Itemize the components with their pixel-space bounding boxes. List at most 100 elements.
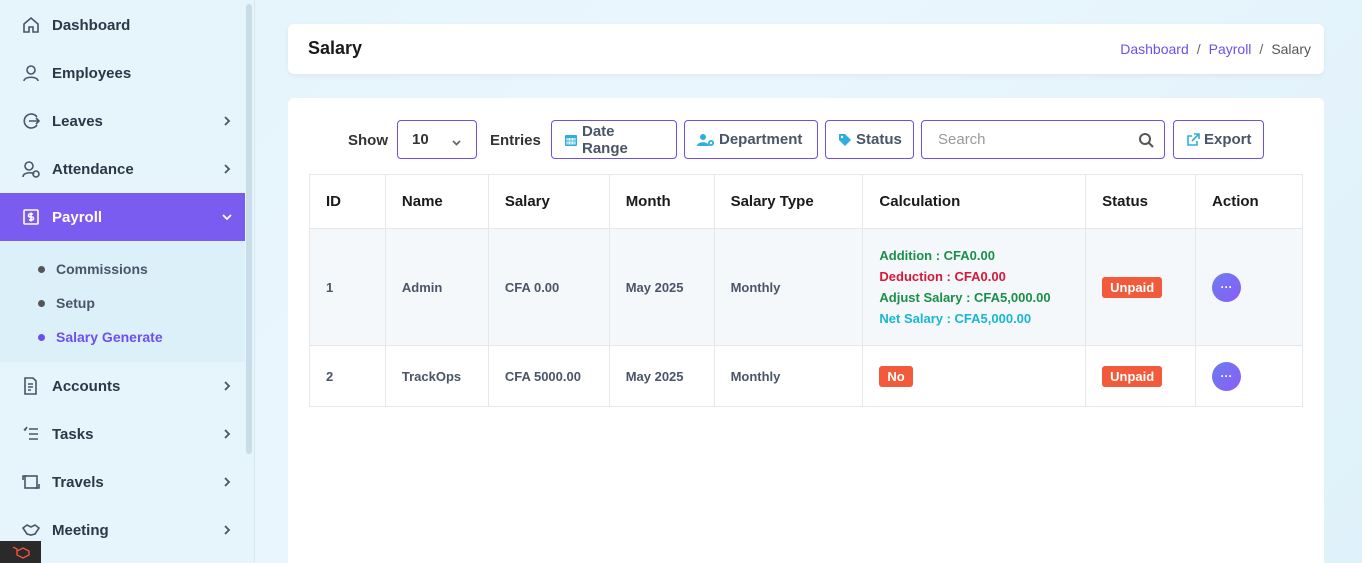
show-label: Show xyxy=(348,132,388,149)
sidebar: Dashboard Employees Leaves Attendance Pa… xyxy=(0,0,255,563)
chevron-right-icon xyxy=(221,162,233,174)
search-input[interactable] xyxy=(922,121,1122,158)
leave-icon xyxy=(20,110,42,132)
home-icon xyxy=(20,14,42,36)
page-title: Salary xyxy=(308,38,363,58)
cell-salary: CFA 0.00 xyxy=(487,228,610,346)
col-name[interactable]: Name xyxy=(384,174,489,229)
cell-status: Unpaid xyxy=(1085,228,1197,346)
col-id[interactable]: ID xyxy=(309,174,386,229)
col-salary-type[interactable]: Salary Type xyxy=(713,174,864,229)
breadcrumb: Dashboard / Payroll / Salary xyxy=(1120,41,1311,57)
cell-status: Unpaid xyxy=(1085,345,1197,407)
cell-type: Monthly xyxy=(713,228,864,346)
payroll-submenu: Commissions Setup Salary Generate xyxy=(0,241,245,362)
cell-type: Monthly xyxy=(713,345,864,407)
col-month[interactable]: Month xyxy=(608,174,715,229)
col-calculation[interactable]: Calculation xyxy=(862,174,1087,229)
cell-id: 1 xyxy=(309,228,386,346)
sidebar-scrollbar[interactable] xyxy=(246,4,252,454)
chevron-right-icon xyxy=(221,523,233,535)
breadcrumb-dashboard[interactable]: Dashboard xyxy=(1120,41,1189,57)
accounts-icon xyxy=(20,375,42,397)
chevron-right-icon xyxy=(221,427,233,439)
page-header: Salary Dashboard / Payroll / Salary xyxy=(288,24,1324,74)
status-badge: Unpaid xyxy=(1102,365,1163,387)
col-action: Action xyxy=(1195,174,1303,229)
sidebar-item-label: Payroll xyxy=(52,208,103,226)
sidebar-item-label: Employees xyxy=(52,64,132,82)
calc-deduction: Deduction : CFA0.00 xyxy=(879,269,1006,284)
sidebar-item-dashboard[interactable]: Dashboard xyxy=(0,1,245,49)
col-salary[interactable]: Salary xyxy=(487,174,610,229)
sidebar-item-label: Dashboard xyxy=(52,16,131,34)
sidebar-item-payroll[interactable]: Payroll xyxy=(0,193,245,241)
user-icon xyxy=(20,62,42,84)
export-button[interactable]: Export xyxy=(1173,120,1264,159)
cell-action: ··· xyxy=(1195,228,1303,346)
cell-action: ··· xyxy=(1195,345,1303,407)
salary-table: ID Name Salary Month Salary Type Calcula… xyxy=(309,174,1303,407)
sidebar-item-label: Leaves xyxy=(52,112,103,130)
entries-select[interactable]: 10 xyxy=(397,120,477,159)
cell-calculation: No xyxy=(862,345,1087,407)
cell-name: TrackOps xyxy=(384,345,489,407)
more-actions-button[interactable]: ··· xyxy=(1212,272,1242,302)
sidebar-item-tasks[interactable]: Tasks xyxy=(0,410,245,458)
search-field[interactable] xyxy=(921,120,1165,159)
salary-card: Show 10 Entries Date Range Department St… xyxy=(288,98,1324,563)
status-filter-button[interactable]: Status xyxy=(825,120,914,159)
sidebar-item-attendance[interactable]: Attendance xyxy=(0,145,245,193)
more-actions-button[interactable]: ··· xyxy=(1212,361,1242,391)
entries-label: Entries xyxy=(490,132,541,149)
table-row: 1 Admin CFA 0.00 May 2025 Monthly Additi… xyxy=(309,228,1303,346)
chevron-down-icon xyxy=(451,135,462,146)
calc-addition: Addition : CFA0.00 xyxy=(879,248,995,263)
date-range-button[interactable]: Date Range xyxy=(551,120,677,159)
sidebar-item-label: Meeting xyxy=(52,521,109,539)
cell-month: May 2025 xyxy=(608,228,715,346)
chevron-right-icon xyxy=(221,475,233,487)
sidebar-item-label: Tasks xyxy=(52,425,94,443)
breadcrumb-payroll[interactable]: Payroll xyxy=(1209,41,1252,57)
payroll-icon xyxy=(20,206,42,228)
table-toolbar: Show 10 Entries Date Range Department St… xyxy=(288,120,1324,160)
search-icon[interactable] xyxy=(1138,132,1154,148)
chevron-right-icon xyxy=(221,379,233,391)
sidebar-item-leaves[interactable]: Leaves xyxy=(0,97,245,145)
ellipsis-icon: ··· xyxy=(1220,369,1233,383)
table-row: 2 TrackOps CFA 5000.00 May 2025 Monthly … xyxy=(309,345,1303,407)
users-cog-icon xyxy=(697,133,715,147)
sidebar-item-accounts[interactable]: Accounts xyxy=(0,362,245,410)
sidebar-subitem-salary-generate[interactable]: Salary Generate xyxy=(38,327,163,347)
chevron-down-icon xyxy=(221,210,233,222)
sidebar-subitem-setup[interactable]: Setup xyxy=(38,293,95,313)
chevron-right-icon xyxy=(221,114,233,126)
calendar-icon xyxy=(564,133,578,147)
cell-salary: CFA 5000.00 xyxy=(487,345,610,407)
tasks-icon xyxy=(20,423,42,445)
sidebar-item-employees[interactable]: Employees xyxy=(0,49,245,97)
travels-icon xyxy=(20,471,42,493)
tag-icon xyxy=(838,133,852,147)
sidebar-item-travels[interactable]: Travels xyxy=(0,458,245,506)
laravel-logo-icon xyxy=(0,541,41,563)
department-button[interactable]: Department xyxy=(684,120,818,159)
handshake-icon xyxy=(20,519,42,541)
sidebar-subitem-commissions[interactable]: Commissions xyxy=(38,259,148,279)
cell-month: May 2025 xyxy=(608,345,715,407)
cell-calculation: Addition : CFA0.00 Deduction : CFA0.00 A… xyxy=(862,228,1087,346)
col-status[interactable]: Status xyxy=(1085,174,1197,229)
cell-id: 2 xyxy=(309,345,386,407)
ellipsis-icon: ··· xyxy=(1220,280,1233,294)
attendance-icon xyxy=(20,158,42,180)
calc-badge: No xyxy=(879,365,913,387)
table-header-row: ID Name Salary Month Salary Type Calcula… xyxy=(309,174,1303,229)
breadcrumb-current: Salary xyxy=(1271,41,1311,57)
sidebar-item-label: Attendance xyxy=(52,160,134,178)
cell-name: Admin xyxy=(384,228,489,346)
sidebar-item-label: Accounts xyxy=(52,377,121,395)
sidebar-item-label: Travels xyxy=(52,473,104,491)
calc-adjust: Adjust Salary : CFA5,000.00 xyxy=(879,290,1051,305)
calc-net: Net Salary : CFA5,000.00 xyxy=(879,311,1032,326)
